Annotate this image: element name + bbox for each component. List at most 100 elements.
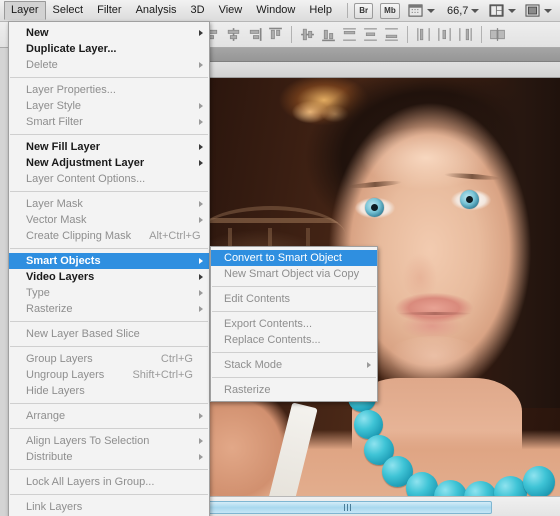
menu-separator: [212, 377, 376, 378]
menu-item-create-clipping-mask[interactable]: Create Clipping MaskAlt+Ctrl+G: [9, 228, 209, 244]
menu-item-label: Convert to Smart Object: [224, 250, 342, 266]
menu-separator: [212, 286, 376, 287]
distribute-vertical-centers-icon[interactable]: [362, 26, 379, 43]
align-bottom-edges-icon[interactable]: [320, 26, 337, 43]
photo-lips: [388, 292, 480, 342]
menu-item-new-layer-based-slice[interactable]: New Layer Based Slice: [9, 326, 209, 342]
layer-dropdown-menu[interactable]: New Duplicate Layer... Delete Layer Prop…: [8, 21, 210, 516]
menu-item-duplicate-layer[interactable]: Duplicate Layer...: [9, 41, 209, 57]
screen-mode-icon[interactable]: [524, 3, 541, 19]
menubar-item-view[interactable]: View: [212, 1, 250, 20]
menu-item-lock-all-layers-in-group[interactable]: Lock All Layers in Group...: [9, 474, 209, 490]
menubar-item-3d[interactable]: 3D: [184, 1, 212, 20]
submenu-item-edit-contents[interactable]: Edit Contents: [211, 291, 377, 307]
menu-separator: [10, 346, 208, 347]
menu-item-layer-content-options[interactable]: Layer Content Options...: [9, 171, 209, 187]
menu-item-link-layers[interactable]: Link Layers: [9, 499, 209, 515]
distribute-horizontal-centers-icon[interactable]: [436, 26, 453, 43]
submenu-arrow-icon: [199, 160, 203, 166]
document-tab-bar[interactable]: [202, 48, 560, 62]
align-right-edges-icon[interactable]: [246, 26, 263, 43]
distribute-top-edges-icon[interactable]: [341, 26, 358, 43]
menu-item-ungroup-layers[interactable]: Ungroup LayersShift+Ctrl+G: [9, 367, 209, 383]
scrollbar-thumb[interactable]: [202, 501, 492, 514]
launch-bridge-button[interactable]: Br: [354, 3, 373, 19]
menu-separator: [212, 352, 376, 353]
menubar-item-analysis[interactable]: Analysis: [129, 1, 184, 20]
submenu-arrow-icon: [199, 217, 203, 223]
menu-item-vector-mask[interactable]: Vector Mask: [9, 212, 209, 228]
menu-bar[interactable]: Layer Select Filter Analysis 3D View Win…: [0, 0, 560, 22]
menu-item-label: Layer Properties...: [26, 82, 116, 98]
submenu-arrow-icon: [199, 454, 203, 460]
align-top-edges-icon[interactable]: [267, 26, 284, 43]
submenu-item-stack-mode[interactable]: Stack Mode: [211, 357, 377, 373]
scrollbar-grip: [350, 504, 351, 511]
horizontal-scrollbar[interactable]: [202, 496, 560, 516]
arrange-documents-icon[interactable]: [487, 3, 504, 19]
submenu-arrow-icon: [199, 438, 203, 444]
menubar-item-layer[interactable]: Layer: [4, 1, 46, 20]
menu-item-type[interactable]: Type: [9, 285, 209, 301]
document-title-bar[interactable]: [202, 62, 560, 78]
view-extras-chevron-down-icon[interactable]: [427, 9, 435, 13]
menu-item-smart-objects[interactable]: Smart Objects: [9, 253, 209, 269]
distribute-right-edges-icon[interactable]: [457, 26, 474, 43]
menu-item-arrange[interactable]: Arrange: [9, 408, 209, 424]
menu-item-new-fill-layer[interactable]: New Fill Layer: [9, 139, 209, 155]
submenu-item-rasterize[interactable]: Rasterize: [211, 382, 377, 398]
menubar-item-help[interactable]: Help: [302, 1, 339, 20]
menu-item-label: Vector Mask: [26, 212, 87, 228]
menu-item-layer-mask[interactable]: Layer Mask: [9, 196, 209, 212]
submenu-item-new-smart-object-via-copy[interactable]: New Smart Object via Copy: [211, 266, 377, 282]
scrollbar-track[interactable]: [202, 500, 560, 514]
submenu-item-export-contents[interactable]: Export Contents...: [211, 316, 377, 332]
smart-objects-submenu[interactable]: Convert to Smart Object New Smart Object…: [210, 246, 378, 402]
distribute-bottom-edges-icon[interactable]: [383, 26, 400, 43]
menu-item-label: Video Layers: [26, 269, 94, 285]
menu-item-label: New Fill Layer: [26, 139, 100, 155]
submenu-item-convert-to-smart-object[interactable]: Convert to Smart Object: [211, 250, 377, 266]
menu-item-delete[interactable]: Delete: [9, 57, 209, 73]
menu-item-label: Layer Style: [26, 98, 81, 114]
menubar-item-select[interactable]: Select: [46, 1, 91, 20]
zoom-level-chevron-down-icon[interactable]: [471, 9, 479, 13]
menu-item-rasterize[interactable]: Rasterize: [9, 301, 209, 317]
necklace-bead: [406, 472, 438, 496]
menu-item-new[interactable]: New: [9, 25, 209, 41]
menu-item-label: Smart Objects: [26, 253, 101, 269]
screen-mode-chevron-down-icon[interactable]: [544, 9, 552, 13]
menu-item-label: Edit Contents: [224, 291, 290, 307]
options-separator: [291, 26, 292, 43]
align-horizontal-centers-icon[interactable]: [225, 26, 242, 43]
menubar-item-window[interactable]: Window: [249, 1, 302, 20]
submenu-arrow-icon: [367, 362, 371, 368]
menu-item-group-layers[interactable]: Group LayersCtrl+G: [9, 351, 209, 367]
menu-item-distribute[interactable]: Distribute: [9, 449, 209, 465]
distribute-left-edges-icon[interactable]: [415, 26, 432, 43]
menu-item-hide-layers[interactable]: Hide Layers: [9, 383, 209, 399]
menu-item-new-adjustment-layer[interactable]: New Adjustment Layer: [9, 155, 209, 171]
launch-mini-bridge-button[interactable]: Mb: [380, 3, 399, 19]
arrange-documents-chevron-down-icon[interactable]: [508, 9, 516, 13]
menu-item-label: New: [26, 25, 49, 41]
submenu-arrow-icon: [199, 258, 203, 264]
menu-item-smart-filter[interactable]: Smart Filter: [9, 114, 209, 130]
auto-align-layers-icon[interactable]: [489, 26, 506, 43]
submenu-item-replace-contents[interactable]: Replace Contents...: [211, 332, 377, 348]
scrollbar-grip: [347, 504, 348, 511]
submenu-arrow-icon: [199, 62, 203, 68]
align-vertical-centers-icon[interactable]: [299, 26, 316, 43]
menu-item-video-layers[interactable]: Video Layers: [9, 269, 209, 285]
photo-pupil-right: [466, 196, 473, 203]
photo-lip-line: [398, 312, 472, 315]
menu-item-label: Group Layers: [26, 351, 93, 367]
menu-item-layer-style[interactable]: Layer Style: [9, 98, 209, 114]
menu-item-layer-properties[interactable]: Layer Properties...: [9, 82, 209, 98]
view-extras-icon[interactable]: [407, 3, 424, 19]
zoom-level-value[interactable]: 66,7: [447, 5, 468, 17]
menu-item-label: Hide Layers: [26, 383, 85, 399]
menubar-item-filter[interactable]: Filter: [90, 1, 128, 20]
menu-item-label: New Adjustment Layer: [26, 155, 144, 171]
menu-item-align-layers-to-selection[interactable]: Align Layers To Selection: [9, 433, 209, 449]
